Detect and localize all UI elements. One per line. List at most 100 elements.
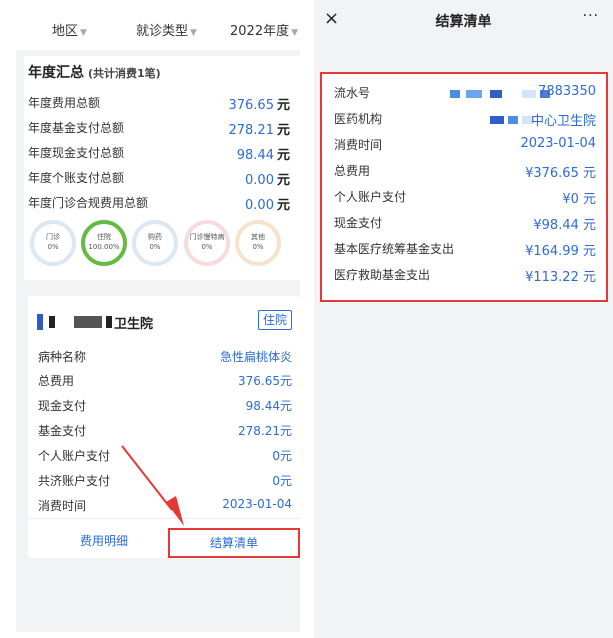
- settlement-bill-button[interactable]: 结算清单: [168, 528, 300, 558]
- hospital-name: 卫生院: [114, 317, 154, 332]
- circle-label: 门诊慢特病: [189, 233, 225, 241]
- page-title: 结算清单: [435, 14, 492, 30]
- more-icon[interactable]: ···: [583, 8, 599, 24]
- filter-region[interactable]: 地区 ▼: [52, 20, 87, 39]
- summary-row-label: 年度个账支付总额: [28, 171, 125, 185]
- redacted-mask: [49, 316, 55, 328]
- detail-row-value: 98.44元: [245, 399, 292, 413]
- summary-value-number: 376.65: [228, 98, 274, 113]
- circle-outpatient[interactable]: 门诊 0%: [30, 220, 76, 266]
- detail-row-label: 病种名称: [38, 350, 87, 364]
- summary-subtitle: (共计消费1笔): [88, 67, 161, 80]
- detail-row-label: 基金支付: [38, 424, 87, 438]
- summary-value-unit: 元: [276, 198, 290, 213]
- summary-row-value: 98.44 元: [237, 144, 290, 163]
- filter-visit-type[interactable]: 就诊类型 ▼: [136, 20, 197, 39]
- summary-value-number: 0.00: [245, 173, 274, 188]
- bill-row-label: 现金支付: [334, 216, 383, 230]
- right-panel: × 结算清单 ··· 流水号 7883350 医药机构 中心卫生院 消费时间 2…: [314, 0, 613, 638]
- bill-row: 基本医疗统筹基金支出 ¥164.99 元: [334, 240, 596, 260]
- circle-inpatient[interactable]: 住院 100.00%: [81, 220, 127, 266]
- circle-percent: 0%: [149, 243, 161, 251]
- detail-row: 总费用 376.65元: [38, 372, 292, 392]
- summary-row: 年度费用总额 376.65 元: [28, 94, 290, 114]
- detail-row: 基金支付 278.21元: [38, 422, 292, 442]
- summary-value-unit: 元: [276, 173, 290, 188]
- summary-title: 年度汇总 (共计消费1笔): [28, 62, 161, 82]
- summary-row-value: 278.21 元: [228, 119, 290, 138]
- summary-value-unit: 元: [276, 123, 290, 138]
- bill-row: 总费用 ¥376.65 元: [334, 162, 596, 182]
- detail-row: 消费时间 2023-01-04: [38, 497, 292, 517]
- bill-row-value: ¥376.65 元: [525, 166, 596, 181]
- redacted-mask: [508, 116, 518, 124]
- divider: [28, 518, 300, 519]
- summary-row-label: 年度现金支付总额: [28, 146, 125, 160]
- detail-row-value: 0元: [272, 449, 292, 463]
- filter-visit-type-label: 就诊类型: [136, 24, 189, 39]
- bill-row: 流水号 7883350: [334, 84, 596, 104]
- detail-row: 现金支付 98.44元: [38, 397, 292, 417]
- bill-row-value: ¥164.99 元: [525, 244, 596, 259]
- detail-row: 个人账户支付 0元: [38, 447, 292, 467]
- circle-medicine[interactable]: 购药 0%: [132, 220, 178, 266]
- visit-type-circles: 门诊 0% 住院 100.00% 购药 0% 门诊慢特病 0% 其他 0%: [28, 220, 290, 270]
- chevron-down-icon: ▼: [190, 28, 197, 38]
- summary-title-text: 年度汇总: [28, 65, 84, 81]
- redacted-mask: [450, 90, 460, 98]
- bill-row-value: 2023-01-04: [520, 136, 596, 151]
- detail-row-label: 消费时间: [38, 499, 87, 513]
- circle-label: 其他: [251, 233, 265, 241]
- circle-other[interactable]: 其他 0%: [235, 220, 281, 266]
- detail-row-label: 现金支付: [38, 399, 87, 413]
- filter-year[interactable]: 2022年度 ▼: [230, 20, 298, 39]
- circle-percent: 0%: [252, 243, 264, 251]
- redacted-mask: [106, 316, 112, 328]
- bill-row-label: 流水号: [334, 86, 371, 100]
- circle-percent: 0%: [47, 243, 59, 251]
- bill-row: 消费时间 2023-01-04: [334, 136, 596, 156]
- settlement-bill-card: 流水号 7883350 医药机构 中心卫生院 消费时间 2023-01-04 总…: [320, 72, 608, 302]
- summary-row: 年度门诊合规费用总额 0.00 元: [28, 194, 290, 214]
- circle-percent: 100.00%: [88, 243, 120, 251]
- nav-bar: × 结算清单 ···: [314, 0, 613, 40]
- summary-value-unit: 元: [276, 98, 290, 113]
- filter-year-label: 2022年度: [230, 24, 290, 39]
- detail-row-value: 278.21元: [238, 424, 292, 438]
- bill-row: 医药机构 中心卫生院: [334, 110, 596, 130]
- circle-percent: 0%: [201, 243, 213, 251]
- fee-detail-button[interactable]: 费用明细: [80, 532, 128, 549]
- bill-row-value: ¥113.22 元: [525, 270, 596, 285]
- detail-row-value: 376.65元: [238, 374, 292, 388]
- bill-row: 医疗救助基金支出 ¥113.22 元: [334, 266, 596, 286]
- bill-row-label: 医疗救助基金支出: [334, 268, 431, 282]
- summary-value-unit: 元: [276, 148, 290, 163]
- summary-row-value: 0.00 元: [245, 169, 290, 188]
- redacted-mask: [522, 90, 536, 98]
- summary-row-value: 0.00 元: [245, 194, 290, 213]
- summary-row: 年度现金支付总额 98.44 元: [28, 144, 290, 164]
- circle-label: 购药: [148, 233, 162, 241]
- detail-row-value: 0元: [272, 474, 292, 488]
- annual-summary-card: 年度汇总 (共计消费1笔) 年度费用总额 376.65 元 年度基金支付总额 278…: [24, 56, 300, 280]
- filter-bar: 地区 ▼ 就诊类型 ▼ 2022年度 ▼: [16, 8, 300, 50]
- detail-row-value: 急性扁桃体炎: [219, 350, 292, 364]
- circle-chronic[interactable]: 门诊慢特病 0%: [184, 220, 230, 266]
- hospital-marker-icon: [37, 314, 43, 330]
- redacted-mask: [490, 90, 502, 98]
- inpatient-tag: 住院: [258, 310, 292, 330]
- summary-row: 年度基金支付总额 278.21 元: [28, 119, 290, 139]
- redacted-mask: [466, 90, 482, 98]
- chevron-down-icon: ▼: [291, 28, 299, 38]
- bill-row-value: ¥98.44 元: [533, 218, 596, 233]
- circle-label: 门诊: [46, 233, 60, 241]
- chevron-down-icon: ▼: [80, 28, 87, 38]
- bill-row-label: 消费时间: [334, 138, 383, 152]
- detail-row: 病种名称 急性扁桃体炎: [38, 348, 292, 368]
- visit-detail-card: 卫生院 住院 病种名称 急性扁桃体炎 总费用 376.65元 现金支付 98.4…: [28, 296, 300, 558]
- redacted-mask: [490, 116, 504, 124]
- bill-row-value: 中心卫生院: [530, 114, 596, 129]
- bill-row-label: 医药机构: [334, 112, 383, 126]
- bill-row: 现金支付 ¥98.44 元: [334, 214, 596, 234]
- detail-row-label: 总费用: [38, 374, 75, 388]
